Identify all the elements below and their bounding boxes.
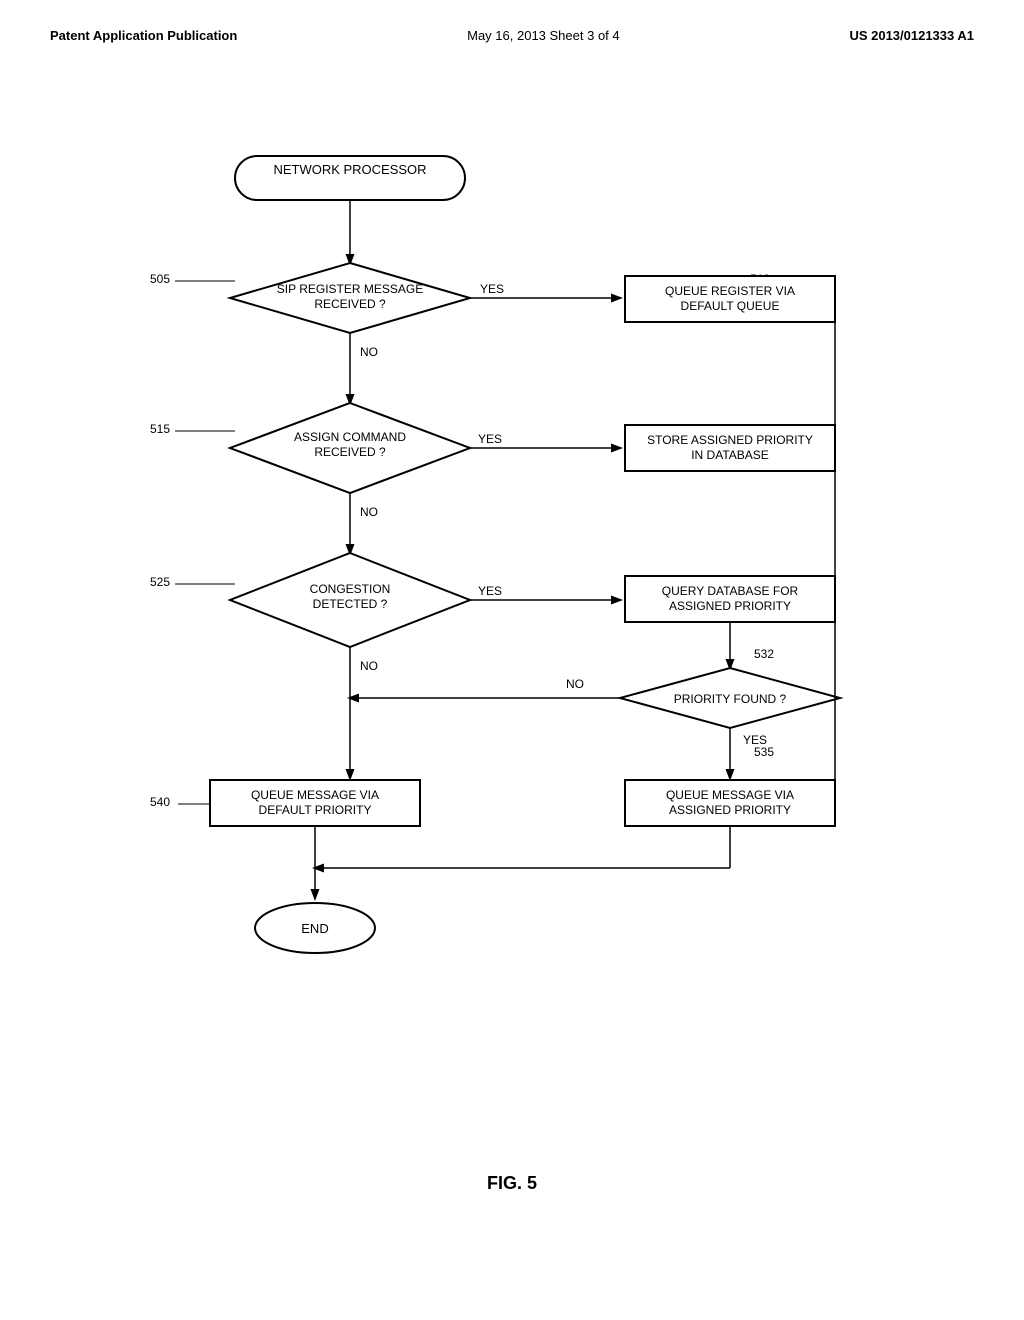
svg-text:QUERY DATABASE FOR: QUERY DATABASE FOR: [662, 584, 799, 598]
svg-text:SIP REGISTER MESSAGE: SIP REGISTER MESSAGE: [277, 282, 423, 296]
svg-text:NO: NO: [360, 345, 378, 359]
svg-text:RECEIVED ?: RECEIVED ?: [314, 297, 386, 311]
svg-text:QUEUE REGISTER VIA: QUEUE REGISTER VIA: [665, 284, 795, 298]
svg-text:DEFAULT PRIORITY: DEFAULT PRIORITY: [259, 803, 372, 817]
svg-text:DEFAULT QUEUE: DEFAULT QUEUE: [681, 299, 780, 313]
svg-text:NETWORK PROCESSOR: NETWORK PROCESSOR: [273, 162, 426, 177]
svg-text:NO: NO: [360, 505, 378, 519]
header-left: Patent Application Publication: [50, 28, 237, 43]
svg-text:532: 532: [754, 647, 774, 661]
page-header: Patent Application Publication May 16, 2…: [0, 0, 1024, 43]
figure-label: FIG. 5: [0, 1173, 1024, 1194]
svg-text:ASSIGNED PRIORITY: ASSIGNED PRIORITY: [669, 803, 791, 817]
svg-text:YES: YES: [478, 432, 502, 446]
page: Patent Application Publication May 16, 2…: [0, 0, 1024, 1320]
svg-text:NO: NO: [360, 659, 378, 673]
svg-text:YES: YES: [478, 584, 502, 598]
svg-text:505: 505: [150, 272, 170, 286]
svg-text:535: 535: [754, 745, 774, 759]
diagram-area: NETWORK PROCESSOR 505 SIP REGISTER MESSA…: [0, 63, 1024, 1163]
header-right: US 2013/0121333 A1: [849, 28, 974, 43]
svg-text:DETECTED ?: DETECTED ?: [313, 597, 388, 611]
header-center: May 16, 2013 Sheet 3 of 4: [467, 28, 620, 43]
svg-text:STORE ASSIGNED PRIORITY: STORE ASSIGNED PRIORITY: [647, 433, 813, 447]
svg-text:RECEIVED ?: RECEIVED ?: [314, 445, 386, 459]
svg-text:END: END: [301, 921, 328, 936]
svg-text:QUEUE MESSAGE VIA: QUEUE MESSAGE VIA: [251, 788, 379, 802]
svg-text:PRIORITY FOUND ?: PRIORITY FOUND ?: [674, 692, 787, 706]
svg-text:ASSIGNED PRIORITY: ASSIGNED PRIORITY: [669, 599, 791, 613]
svg-text:YES: YES: [480, 282, 504, 296]
svg-text:525: 525: [150, 575, 170, 589]
svg-text:NO: NO: [566, 677, 584, 691]
svg-text:ASSIGN COMMAND: ASSIGN COMMAND: [294, 430, 406, 444]
flowchart-svg: NETWORK PROCESSOR 505 SIP REGISTER MESSA…: [0, 63, 1024, 1163]
svg-text:CONGESTION: CONGESTION: [310, 582, 391, 596]
svg-text:515: 515: [150, 422, 170, 436]
svg-text:540: 540: [150, 795, 170, 809]
svg-text:IN DATABASE: IN DATABASE: [691, 448, 769, 462]
svg-text:QUEUE MESSAGE VIA: QUEUE MESSAGE VIA: [666, 788, 794, 802]
